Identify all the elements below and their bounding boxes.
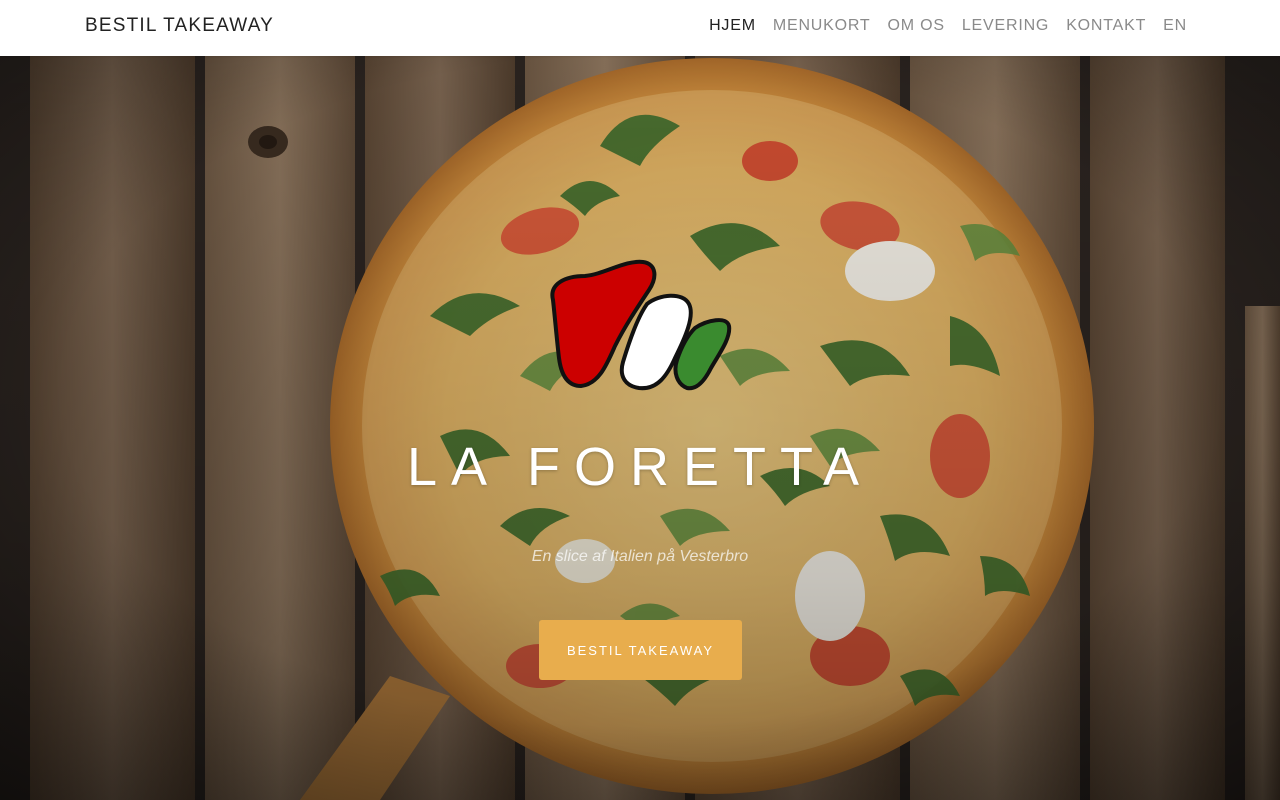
nav-link-language-en[interactable]: EN (1163, 17, 1187, 34)
nav-item-language: EN (1163, 17, 1187, 35)
hero-subtitle: En slice af Italien på Vesterbro (531, 548, 749, 565)
brand-link[interactable]: BESTIL TAKEAWAY (85, 15, 274, 37)
nav-item-menukort: MENUKORT (773, 17, 871, 35)
hero-title: LA FORETTA (406, 437, 874, 497)
nav-item-om-os: OM OS (888, 17, 945, 35)
nav-menu: HJEM MENUKORT OM OS LEVERING KONTAKT EN (709, 17, 1187, 35)
nav-link-menukort[interactable]: MENUKORT (773, 17, 871, 34)
nav-link-levering[interactable]: LEVERING (962, 17, 1049, 34)
navbar: BESTIL TAKEAWAY HJEM MENUKORT OM OS LEVE… (0, 0, 1280, 56)
nav-link-kontakt[interactable]: KONTAKT (1066, 17, 1146, 34)
hero-section: LA FORETTA En slice af Italien på Vester… (0, 56, 1280, 800)
hero-overlay (0, 56, 1280, 800)
order-takeaway-button[interactable]: BESTIL TAKEAWAY (539, 620, 742, 680)
nav-link-om-os[interactable]: OM OS (888, 17, 945, 34)
nav-item-levering: LEVERING (962, 17, 1049, 35)
nav-item-kontakt: KONTAKT (1066, 17, 1146, 35)
nav-item-hjem: HJEM (709, 17, 756, 35)
italian-flag-leaf-logo-icon (550, 259, 732, 391)
nav-link-hjem[interactable]: HJEM (709, 17, 756, 34)
